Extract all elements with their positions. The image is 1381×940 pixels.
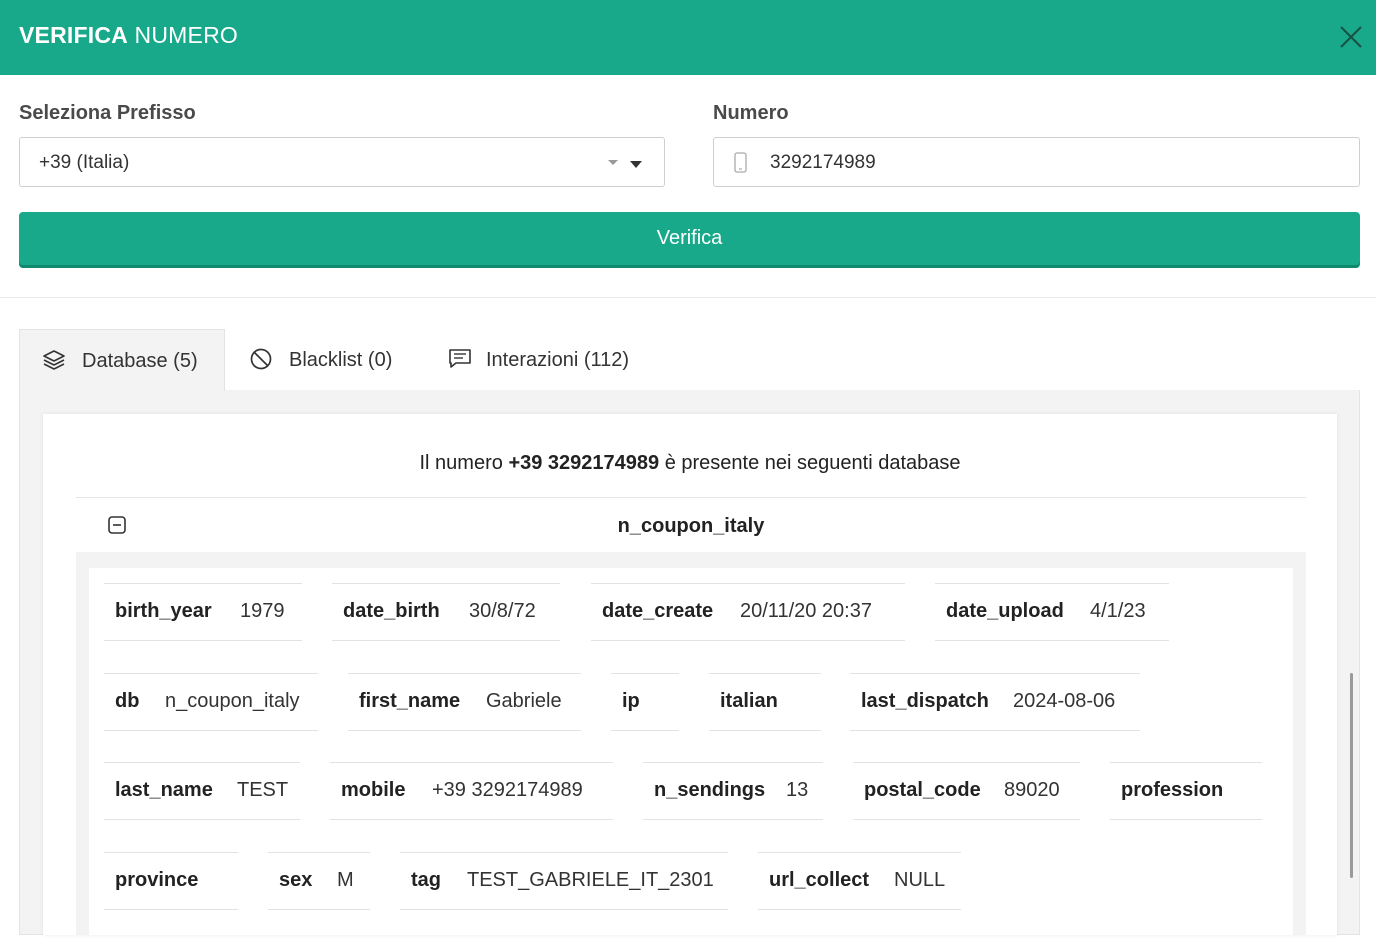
field-first-name: first_name Gabriele — [348, 673, 581, 731]
layers-icon — [43, 350, 65, 370]
field-key: url_collect — [769, 869, 870, 891]
field-postal-code: postal_code 89020 — [853, 762, 1080, 820]
field-province: province — [104, 852, 238, 910]
number-label: Numero — [713, 102, 789, 124]
prefix-select[interactable]: +39 (Italia) — [19, 137, 665, 187]
field-key: mobile — [341, 779, 406, 801]
modal-header: VERIFICA NUMERO — [0, 0, 1376, 75]
field-last-name: last_name TEST — [104, 762, 300, 820]
field-key: province — [115, 869, 199, 891]
tab-interazioni[interactable]: Interazioni (112) — [446, 329, 656, 391]
modal-title: VERIFICA NUMERO — [19, 22, 238, 49]
field-key: first_name — [359, 690, 461, 712]
field-db: db n_coupon_italy — [104, 673, 318, 731]
field-value: M — [337, 869, 354, 891]
tab-blacklist[interactable]: Blacklist (0) — [248, 329, 418, 391]
field-key: last_name — [115, 779, 213, 801]
field-key: tag — [411, 869, 441, 891]
tab-database-label: Database (5) — [82, 350, 198, 372]
result-suffix-text: è presente nei seguenti database — [664, 452, 961, 474]
close-icon[interactable] — [1338, 24, 1364, 50]
result-prefix-text: Il numero — [419, 452, 503, 474]
field-n-sendings: n_sendings 13 — [643, 762, 823, 820]
field-value: 20/11/20 20:37 — [740, 600, 872, 622]
field-value: 13 — [786, 779, 809, 801]
field-profession: profession — [1110, 762, 1262, 820]
field-value: 30/8/72 — [469, 600, 536, 622]
block-icon — [250, 348, 272, 370]
prefix-value: +39 (Italia) — [39, 152, 130, 173]
caret-down-icon — [608, 160, 618, 165]
field-value: 1979 — [240, 600, 285, 622]
divider — [0, 297, 1376, 298]
field-ip: ip — [611, 673, 679, 731]
field-url-collect: url_collect NULL — [758, 852, 961, 910]
field-value: n_coupon_italy — [165, 690, 300, 712]
field-key: italian — [720, 690, 778, 712]
field-tag: tag TEST_GABRIELE_IT_2301 — [400, 852, 728, 910]
database-accordion-body: birth_year 1979 date_birth 30/8/72 date_… — [76, 552, 1306, 935]
field-value: TEST — [237, 779, 289, 801]
title-light: NUMERO — [134, 22, 238, 48]
field-date-create: date_create 20/11/20 20:37 — [591, 583, 905, 641]
field-key: db — [115, 690, 140, 712]
field-last-dispatch: last_dispatch 2024-08-06 — [850, 673, 1140, 731]
tab-interazioni-label: Interazioni (112) — [486, 349, 630, 371]
tab-blacklist-label: Blacklist (0) — [289, 349, 393, 371]
field-key: date_upload — [946, 600, 1064, 622]
field-sex: sex M — [268, 852, 370, 910]
number-value: 3292174989 — [770, 152, 876, 173]
field-value: 89020 — [1004, 779, 1060, 801]
field-italian: italian — [709, 673, 821, 731]
chevron-down-icon — [630, 161, 642, 168]
tab-database[interactable]: Database (5) — [19, 329, 225, 391]
field-mobile: mobile +39 3292174989 — [330, 762, 613, 820]
field-key: date_create — [602, 600, 714, 622]
result-message: Il numero +39 3292174989 è presente nei … — [43, 452, 1337, 475]
field-birth-year: birth_year 1979 — [104, 583, 302, 641]
message-icon — [449, 349, 471, 368]
scrollbar[interactable] — [1350, 673, 1353, 878]
field-key: n_sendings — [654, 779, 766, 801]
field-list: birth_year 1979 date_birth 30/8/72 date_… — [89, 568, 1293, 935]
field-value: Gabriele — [486, 690, 562, 712]
number-input[interactable]: 3292174989 — [713, 137, 1360, 187]
field-key: date_birth — [343, 600, 440, 622]
result-card: Il numero +39 3292174989 è presente nei … — [43, 414, 1337, 935]
prefix-label: Seleziona Prefisso — [19, 102, 196, 124]
field-key: last_dispatch — [861, 690, 989, 712]
result-number: +39 3292174989 — [508, 452, 660, 474]
field-key: sex — [279, 869, 313, 891]
field-key: postal_code — [864, 779, 981, 801]
field-value: TEST_GABRIELE_IT_2301 — [467, 869, 714, 891]
field-date-birth: date_birth 30/8/72 — [332, 583, 560, 641]
field-value: NULL — [894, 869, 946, 891]
title-bold: VERIFICA — [19, 22, 128, 48]
field-key: birth_year — [115, 600, 212, 622]
field-value: 4/1/23 — [1090, 600, 1146, 622]
mobile-phone-icon — [734, 152, 747, 173]
verify-button[interactable]: Verifica — [19, 212, 1360, 265]
field-date-upload: date_upload 4/1/23 — [935, 583, 1169, 641]
field-key: ip — [622, 690, 640, 712]
field-key: profession — [1121, 779, 1224, 801]
field-value: +39 3292174989 — [432, 779, 583, 801]
field-value: 2024-08-06 — [1013, 690, 1116, 712]
database-name: n_coupon_italy — [617, 515, 765, 537]
database-accordion-header[interactable]: n_coupon_italy — [76, 498, 1306, 552]
